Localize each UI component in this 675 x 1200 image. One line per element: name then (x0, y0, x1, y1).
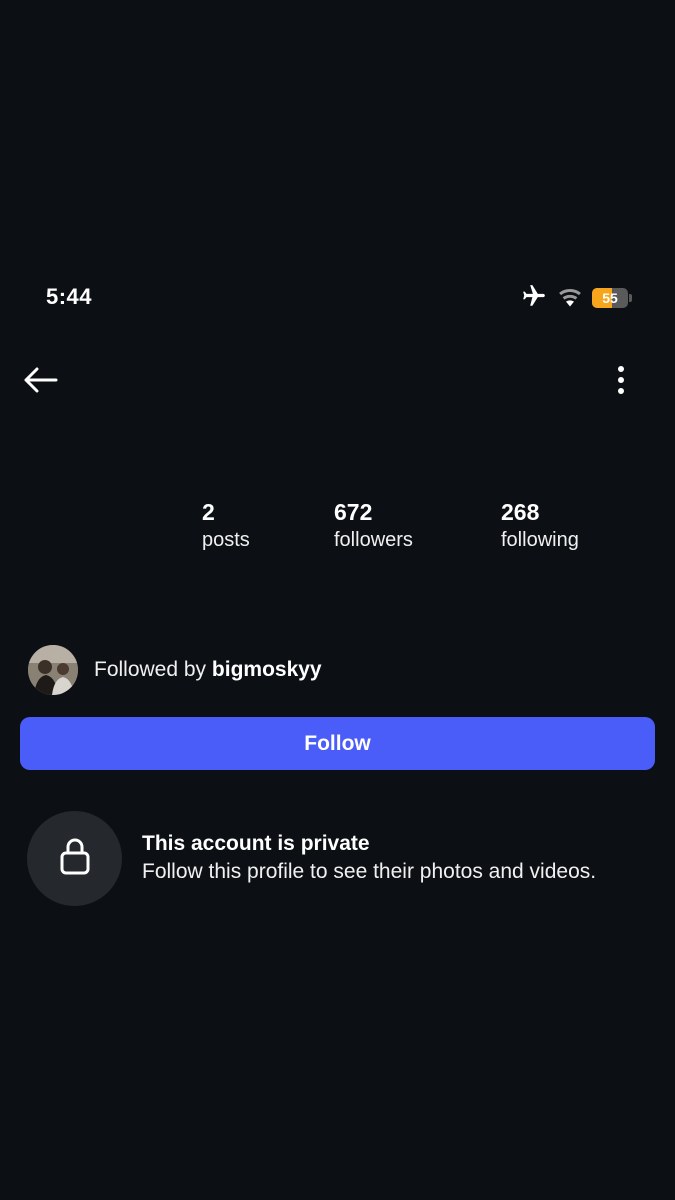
followed-by-prefix: Followed by (94, 658, 207, 681)
stat-count: 2 (202, 499, 215, 525)
stat-posts[interactable]: 2 posts (202, 498, 250, 554)
lock-icon (59, 836, 91, 881)
followed-by-text: Followed by bigmoskyy (94, 658, 322, 682)
status-icons: 55 (520, 284, 632, 312)
back-arrow-icon (20, 365, 60, 400)
lock-badge (27, 811, 122, 906)
follow-button[interactable]: Follow (20, 717, 655, 770)
status-time: 5:44 (46, 284, 93, 309)
followed-by-username[interactable]: bigmoskyy (212, 658, 322, 681)
private-title: This account is private (142, 832, 370, 855)
battery-icon: 55 (592, 288, 628, 308)
stat-count: 672 (334, 499, 373, 525)
stat-label: posts (202, 529, 250, 551)
followed-by-row[interactable]: Followed by bigmoskyy (28, 644, 322, 696)
private-subtitle: Follow this profile to see their photos … (142, 860, 597, 883)
stat-following[interactable]: 268 following (501, 498, 579, 554)
battery-nub (629, 294, 632, 302)
back-button[interactable] (16, 362, 64, 402)
stat-count: 268 (501, 499, 540, 525)
more-options-icon (617, 365, 625, 400)
stat-followers[interactable]: 672 followers (334, 498, 413, 554)
stat-label: followers (334, 529, 413, 551)
stat-label: following (501, 529, 579, 551)
airplane-mode-icon (520, 283, 548, 314)
avatar[interactable] (28, 645, 78, 695)
more-options-button[interactable] (603, 362, 639, 402)
wifi-icon (556, 284, 584, 313)
battery-level-text: 55 (602, 290, 618, 306)
